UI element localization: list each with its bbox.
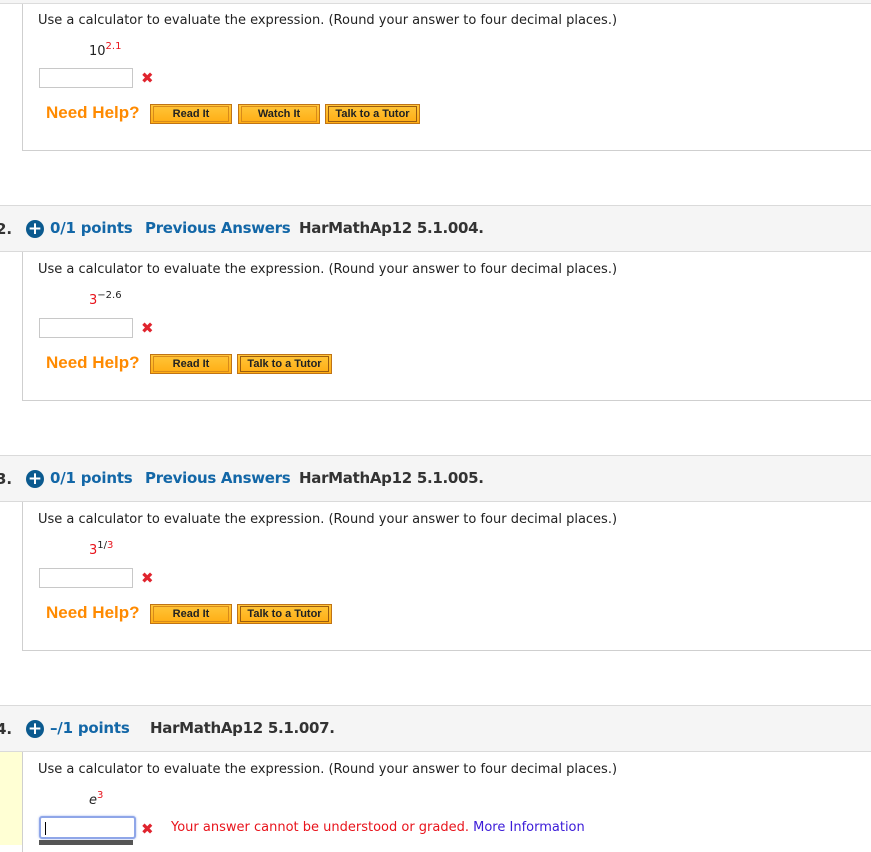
question-3-header: 3. + 0/1 points Previous Answers HarMath… bbox=[0, 455, 871, 502]
more-information-link[interactable]: More Information bbox=[473, 820, 585, 835]
need-help-label: Need Help? bbox=[46, 103, 140, 122]
red-x-icon: ✖ bbox=[141, 69, 154, 87]
question-2-header: 2. + 0/1 points Previous Answers HarMath… bbox=[0, 205, 871, 252]
question-number: 2. bbox=[0, 220, 13, 238]
watch-it-button[interactable]: Watch It bbox=[238, 104, 320, 124]
answer-input[interactable] bbox=[39, 568, 133, 588]
expression-exponent: 3 bbox=[97, 790, 104, 801]
input-tooltip bbox=[39, 840, 133, 845]
question-prompt: Use a calculator to evaluate the express… bbox=[38, 13, 618, 28]
read-it-button[interactable]: Read It bbox=[150, 354, 232, 374]
text-caret bbox=[45, 822, 46, 835]
active-question-indicator bbox=[0, 752, 22, 845]
error-text: Your answer cannot be understood or grad… bbox=[171, 820, 469, 835]
question-4-header: 4. + –/1 points HarMathAp12 5.1.007. bbox=[0, 705, 871, 752]
talk-to-tutor-button[interactable]: Talk to a Tutor bbox=[237, 354, 332, 374]
question-1-card: Use a calculator to evaluate the express… bbox=[22, 4, 871, 151]
expression: e3 bbox=[89, 790, 103, 808]
points-label: 0/1 points bbox=[50, 469, 133, 487]
read-it-button[interactable]: Read It bbox=[150, 604, 232, 624]
expression: 3−2.6 bbox=[89, 290, 122, 308]
expression: 102.1 bbox=[89, 41, 121, 59]
previous-answers-link[interactable]: Previous Answers bbox=[145, 469, 291, 487]
question-number: 4. bbox=[0, 720, 13, 738]
question-code: HarMathAp12 5.1.005. bbox=[299, 469, 484, 487]
question-3-card: Use a calculator to evaluate the express… bbox=[22, 502, 871, 651]
read-it-button[interactable]: Read It bbox=[150, 104, 232, 124]
red-x-icon: ✖ bbox=[141, 319, 154, 337]
expression-exponent-numerator: 1/ bbox=[97, 540, 108, 551]
question-2-card: Use a calculator to evaluate the express… bbox=[22, 252, 871, 401]
answer-input[interactable] bbox=[39, 68, 133, 88]
expression-exponent: 2.1 bbox=[105, 41, 122, 52]
need-help-label: Need Help? bbox=[46, 603, 140, 622]
expression-base: 10 bbox=[89, 44, 106, 59]
plus-circle-icon[interactable]: + bbox=[26, 220, 44, 238]
question-code: HarMathAp12 5.1.007. bbox=[150, 719, 335, 737]
answer-input[interactable] bbox=[39, 816, 136, 839]
question-code: HarMathAp12 5.1.004. bbox=[299, 219, 484, 237]
expression-exponent-denominator: 3 bbox=[107, 540, 114, 551]
need-help-label: Need Help? bbox=[46, 353, 140, 372]
question-prompt: Use a calculator to evaluate the express… bbox=[38, 762, 618, 777]
talk-to-tutor-button[interactable]: Talk to a Tutor bbox=[237, 604, 332, 624]
error-message: Your answer cannot be understood or grad… bbox=[171, 820, 585, 835]
previous-answers-link[interactable]: Previous Answers bbox=[145, 219, 291, 237]
answer-input[interactable] bbox=[39, 318, 133, 338]
expression-base: e bbox=[89, 793, 97, 808]
red-x-icon: ✖ bbox=[141, 569, 154, 587]
points-label: 0/1 points bbox=[50, 219, 133, 237]
expression-exponent: −2.6 bbox=[97, 290, 122, 301]
talk-to-tutor-button[interactable]: Talk to a Tutor bbox=[325, 104, 420, 124]
question-prompt: Use a calculator to evaluate the express… bbox=[38, 262, 618, 277]
points-label: –/1 points bbox=[50, 719, 130, 737]
plus-circle-icon[interactable]: + bbox=[26, 720, 44, 738]
question-number: 3. bbox=[0, 470, 13, 488]
expression: 31/3 bbox=[89, 540, 113, 558]
question-4-card: Use a calculator to evaluate the express… bbox=[22, 752, 871, 852]
red-x-icon: ✖ bbox=[141, 820, 154, 838]
plus-circle-icon[interactable]: + bbox=[26, 470, 44, 488]
question-prompt: Use a calculator to evaluate the express… bbox=[38, 512, 618, 527]
